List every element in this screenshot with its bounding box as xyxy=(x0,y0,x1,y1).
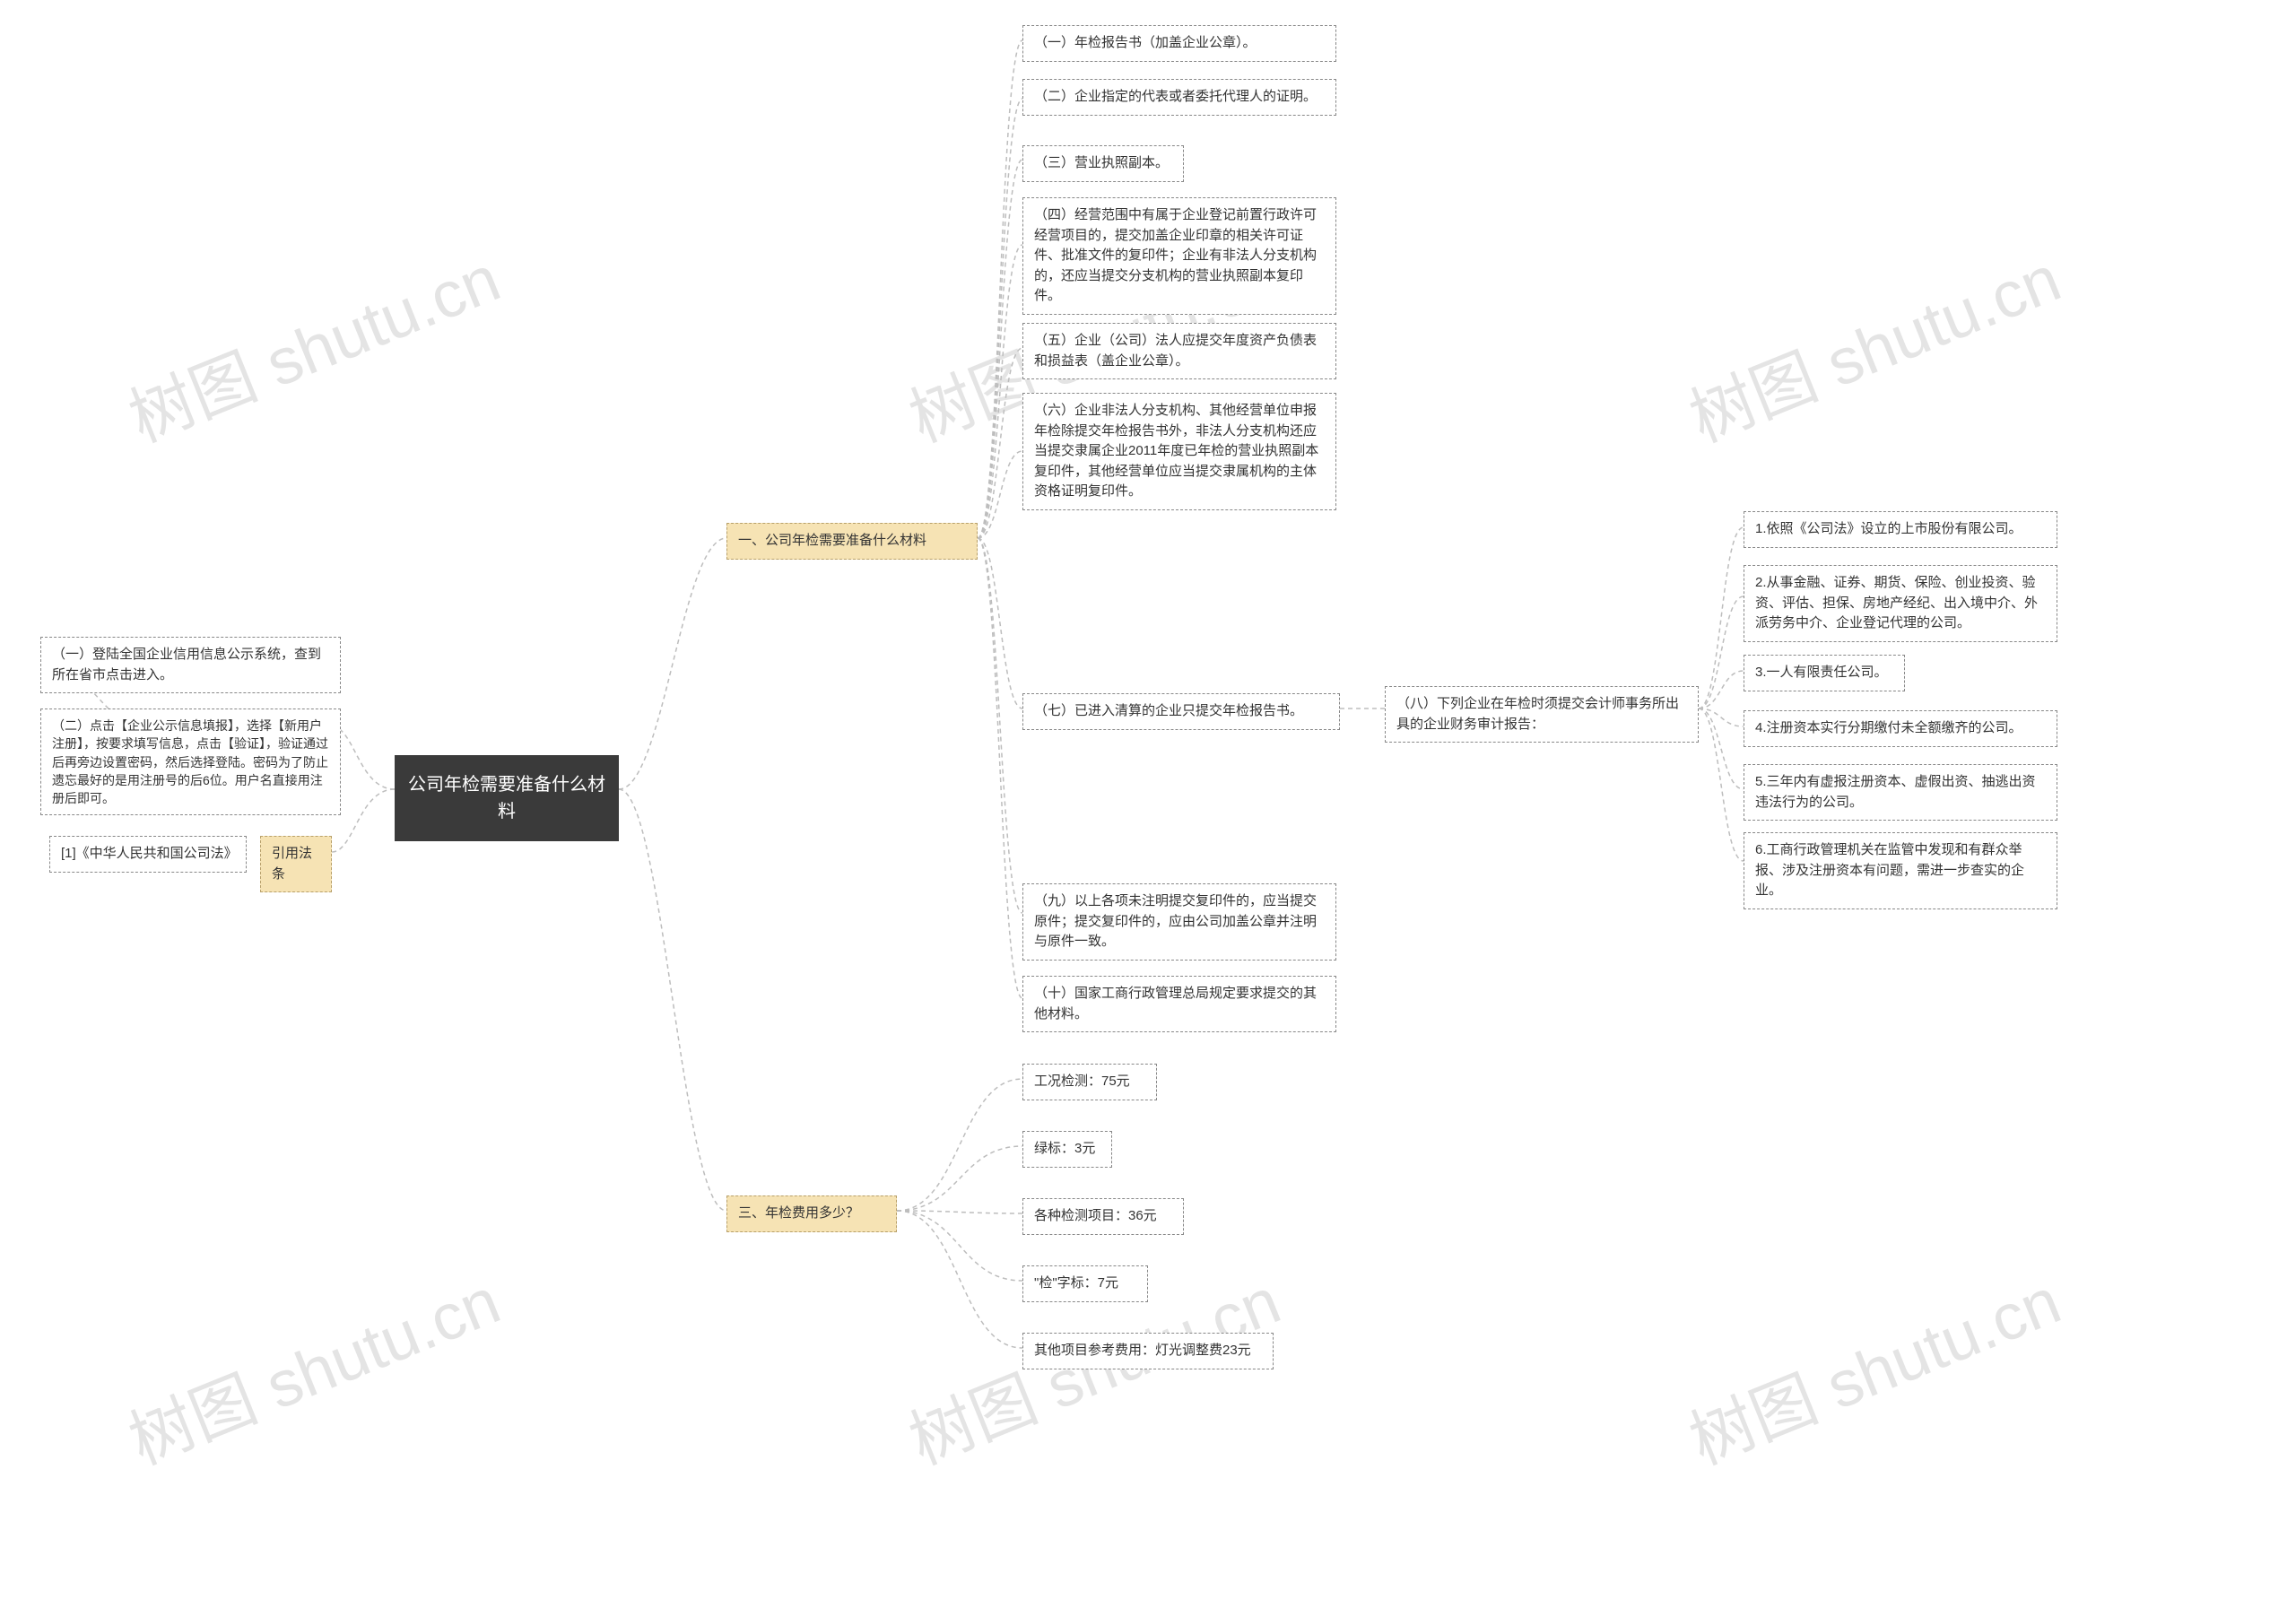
one-c6: （六）企业非法人分支机构、其他经营单位申报年检除提交年检报告书外，非法人分支机构… xyxy=(1022,393,1336,510)
one-c10: （十）国家工商行政管理总局规定要求提交的其他材料。 xyxy=(1022,976,1336,1032)
branch-three[interactable]: 三、年检费用多少？ xyxy=(726,1195,897,1232)
c8-d4: 4.注册资本实行分期缴付未全额缴齐的公司。 xyxy=(1744,710,2057,747)
one-c7: （七）已进入清算的企业只提交年检报告书。 xyxy=(1022,693,1340,730)
two-child-a: （一）登陆全国企业信用信息公示系统，查到所在省市点击进入。 xyxy=(40,637,341,693)
three-e2: 绿标：3元 xyxy=(1022,1131,1112,1168)
branch-one[interactable]: 一、公司年检需要准备什么材料 xyxy=(726,523,978,560)
three-e3: 各种检测项目：36元 xyxy=(1022,1198,1184,1235)
root-node: 公司年检需要准备什么材料 xyxy=(395,755,619,841)
c8-d1: 1.依照《公司法》设立的上市股份有限公司。 xyxy=(1744,511,2057,548)
three-e1: 工况检测：75元 xyxy=(1022,1064,1157,1100)
three-e4: "检"字标：7元 xyxy=(1022,1265,1148,1302)
two-child-b: （二）点击【企业公示信息填报】，选择【新用户注册】，按要求填写信息，点击【验证】… xyxy=(40,709,341,815)
branch-ref[interactable]: 引用法条 xyxy=(260,836,332,892)
c8-d2: 2.从事金融、证券、期货、保险、创业投资、验资、评估、担保、房地产经纪、出入境中… xyxy=(1744,565,2057,642)
c8-d5: 5.三年内有虚报注册资本、虚假出资、抽逃出资违法行为的公司。 xyxy=(1744,764,2057,821)
one-c1: （一）年检报告书（加盖企业公章）。 xyxy=(1022,25,1336,62)
three-e5: 其他项目参考费用：灯光调整费23元 xyxy=(1022,1333,1274,1369)
one-c4: （四）经营范围中有属于企业登记前置行政许可经营项目的，提交加盖企业印章的相关许可… xyxy=(1022,197,1336,315)
c8-node: （八）下列企业在年检时须提交会计师事务所出具的企业财务审计报告： xyxy=(1385,686,1699,743)
ref-child-a: [1]《中华人民共和国公司法》 xyxy=(49,836,247,873)
one-c5: （五）企业（公司）法人应提交年度资产负债表和损益表（盖企业公章）。 xyxy=(1022,323,1336,379)
one-c9: （九）以上各项未注明提交复印件的，应当提交原件；提交复印件的，应由公司加盖公章并… xyxy=(1022,883,1336,961)
one-c2: （二）企业指定的代表或者委托代理人的证明。 xyxy=(1022,79,1336,116)
c8-d3: 3.一人有限责任公司。 xyxy=(1744,655,1905,691)
one-c3: （三）营业执照副本。 xyxy=(1022,145,1184,182)
c8-d6: 6.工商行政管理机关在监管中发现和有群众举报、涉及注册资本有问题，需进一步查实的… xyxy=(1744,832,2057,909)
